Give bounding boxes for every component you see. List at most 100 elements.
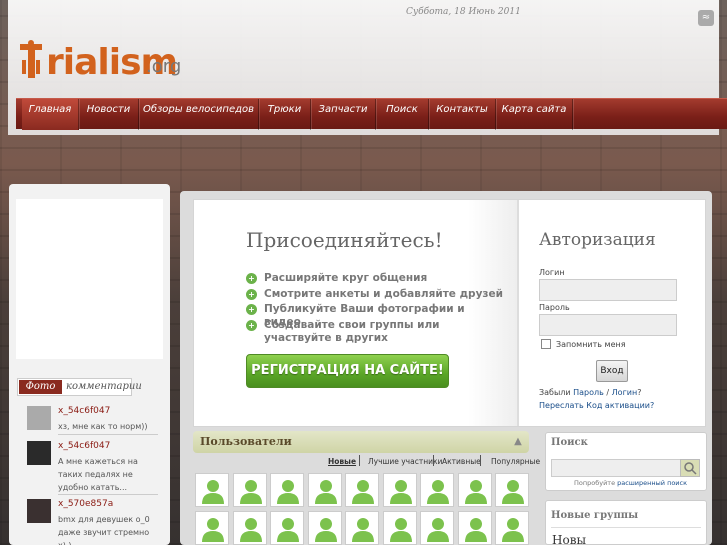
forgot-password-link[interactable]: Пароль [573, 388, 604, 397]
avatar[interactable] [27, 406, 51, 430]
divider [58, 434, 158, 435]
resend-activation-link[interactable]: Переслать Код активации? [539, 401, 654, 410]
photo-comments-heading: Фото комментарии [17, 378, 142, 396]
search-icon [684, 462, 697, 475]
user-silhouette-icon [464, 480, 487, 504]
join-promo: Присоединяйтесь! + Расширяйте круг общен… [194, 200, 519, 426]
comment-text[interactable]: А мне кажеться на таких педалях не удобн… [58, 455, 158, 494]
search-button[interactable] [680, 459, 700, 477]
user-avatar[interactable] [195, 473, 229, 507]
logo-tld: .org [146, 56, 182, 77]
search-widget: Поиск Попробуйте расширенный поиск [545, 432, 707, 491]
nav-item-parts[interactable]: Запчасти [311, 99, 376, 130]
left-sidebar: Фото комментарии x_54c6f047 хз, мне как … [9, 184, 170, 545]
user-avatar[interactable] [270, 510, 304, 545]
user-silhouette-icon [239, 517, 262, 542]
remember-label: Запомнить меня [556, 340, 626, 349]
login-label: Логин [539, 268, 565, 277]
user-silhouette-icon [389, 480, 412, 504]
green-plus-icon: + [246, 304, 257, 315]
user-silhouette-icon [464, 517, 487, 542]
user-silhouette-icon [427, 517, 449, 542]
users-title: Пользователи [200, 435, 292, 448]
advanced-search-link[interactable]: расширенный поиск [617, 479, 687, 487]
password-label: Пароль [539, 303, 570, 312]
comment-text[interactable]: bmx для девушек о_0 даже звучит стремно … [58, 513, 158, 545]
users-header: Пользователи ▲ [193, 431, 529, 453]
forgot-line: Забыли Пароль / Логин? [539, 388, 642, 397]
user-avatar[interactable] [270, 473, 304, 507]
nav-item-search[interactable]: Поиск [376, 99, 429, 130]
main-content: Присоединяйтесь! + Расширяйте круг общен… [180, 191, 712, 545]
user-avatar[interactable] [345, 510, 379, 545]
auth-title: Авторизация [539, 230, 656, 250]
user-silhouette-icon [352, 480, 374, 504]
comment-user[interactable]: x_570e857a [58, 499, 113, 509]
password-input[interactable] [539, 314, 677, 336]
user-silhouette-icon [202, 480, 224, 504]
user-avatar[interactable] [232, 510, 267, 545]
nav-item-sitemap[interactable]: Карта сайта [496, 99, 573, 130]
divider [58, 494, 158, 495]
comment-user[interactable]: x_54c6f047 [58, 441, 110, 451]
user-avatar[interactable] [457, 510, 492, 545]
join-auth-panel: Присоединяйтесь! + Расширяйте круг общен… [193, 199, 706, 427]
user-silhouette-icon [352, 517, 374, 542]
user-avatar[interactable] [382, 510, 417, 545]
comment-user[interactable]: x_54c6f047 [58, 406, 110, 416]
divider [359, 455, 360, 466]
nav-item-tricks[interactable]: Трюки [259, 99, 311, 130]
avatar[interactable] [27, 499, 51, 523]
nav-item-bike-reviews[interactable]: Обзоры велосипедов [139, 99, 259, 130]
user-silhouette-icon [239, 480, 262, 504]
ad-banner [16, 199, 163, 359]
user-avatar[interactable] [420, 510, 454, 545]
new-groups-widget: Новые группы Новы [545, 500, 707, 545]
user-avatar[interactable] [495, 473, 529, 507]
trialist-logo-icon [20, 40, 42, 78]
login-input[interactable] [539, 279, 677, 301]
nav-item-contacts[interactable]: Контакты [429, 99, 496, 130]
join-title: Присоединяйтесь! [246, 228, 443, 252]
tab-active-users[interactable]: Активные [442, 457, 481, 466]
group-item[interactable]: Новы [552, 533, 586, 545]
divider [480, 455, 481, 466]
tab-new-users[interactable]: Новые [328, 457, 356, 466]
user-avatar[interactable] [307, 473, 342, 507]
divider [433, 455, 434, 466]
avatar[interactable] [27, 441, 51, 465]
divider [551, 527, 701, 528]
search-input[interactable] [551, 459, 681, 477]
user-silhouette-icon [502, 517, 524, 542]
green-plus-icon: + [246, 273, 257, 284]
user-avatar[interactable] [495, 510, 529, 545]
user-silhouette-icon [314, 480, 337, 504]
forgot-login-link[interactable]: Логин [612, 388, 638, 397]
nav-item-news[interactable]: Новости [79, 99, 139, 130]
comment-text[interactable]: хз, мне как то норм)) [58, 420, 158, 433]
user-silhouette-icon [202, 517, 224, 542]
user-avatar[interactable] [457, 473, 492, 507]
tab-popular-users[interactable]: Популярные [491, 457, 540, 466]
user-avatar[interactable] [345, 473, 379, 507]
collapse-icon[interactable]: ▲ [512, 436, 524, 448]
comments-label: комментарии [66, 381, 142, 392]
user-avatar[interactable] [307, 510, 342, 545]
user-silhouette-icon [502, 480, 524, 504]
user-avatar[interactable] [195, 510, 229, 545]
user-avatar[interactable] [420, 473, 454, 507]
register-button[interactable]: РЕГИСТРАЦИЯ НА САЙТЕ! [246, 354, 449, 388]
user-avatar[interactable] [382, 473, 417, 507]
current-date: Суббота, 18 Июнь 2011 [406, 7, 521, 17]
remember-checkbox[interactable] [541, 339, 551, 349]
user-avatar[interactable] [232, 473, 267, 507]
green-plus-icon: + [246, 320, 257, 331]
tab-top-users[interactable]: Лучшие участники [368, 457, 442, 466]
search-title: Поиск [551, 437, 588, 448]
green-plus-icon: + [246, 289, 257, 300]
nav-item-home[interactable]: Главная [22, 99, 79, 130]
photo-label: Фото [19, 380, 62, 394]
rss-icon[interactable]: ≈ [698, 10, 714, 26]
user-silhouette-icon [389, 517, 412, 542]
login-button[interactable]: Вход [596, 360, 628, 382]
